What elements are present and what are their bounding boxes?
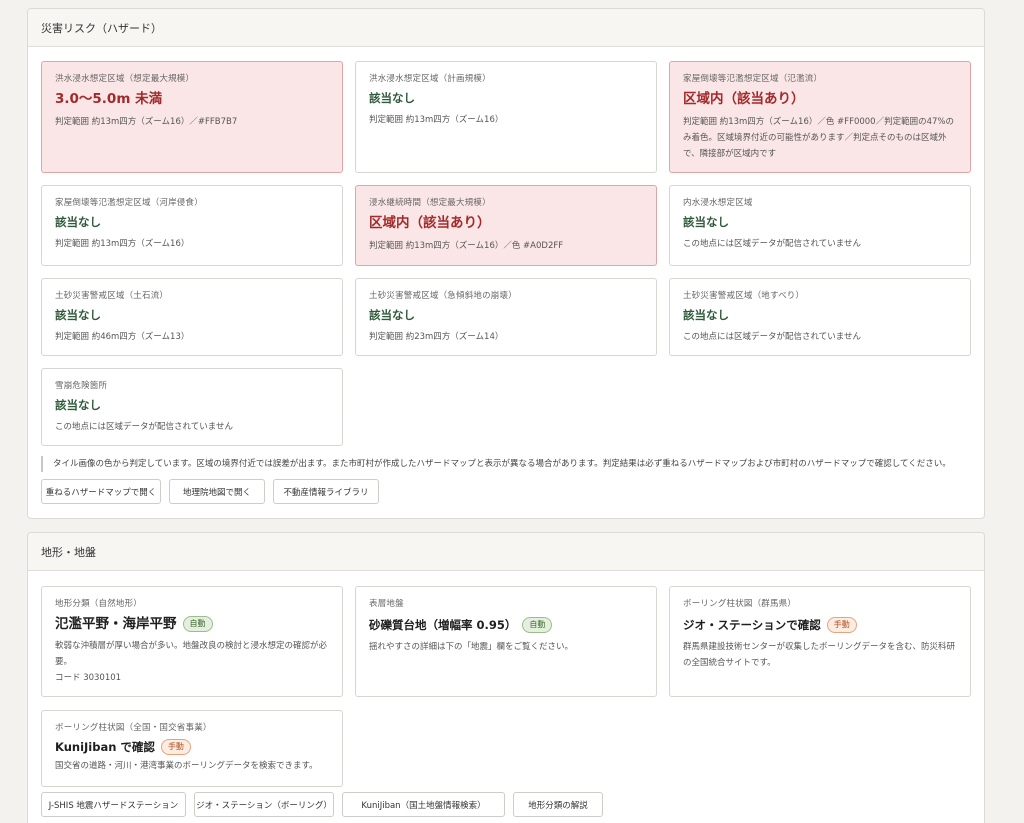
card-value: 該当なし	[55, 308, 101, 322]
hazard-section-title: 災害リスク（ハザード）	[28, 9, 984, 47]
card-label: 家屋倒壊等氾濫想定区域（河岸侵食）	[55, 198, 203, 208]
card-detail: 判定範囲 約13m四方（ズーム16）／色 #A0D2FF	[369, 241, 564, 251]
auto-badge: 自動	[182, 616, 213, 632]
card-detail: この地点には区域データが配信されていません	[683, 239, 861, 249]
card-value: 区域内（該当あり）	[683, 91, 805, 107]
card-value: 該当なし	[369, 91, 415, 105]
card-label: ボーリング柱状図（全国・国交省事業）	[55, 723, 212, 733]
kunijiban-button[interactable]: KuniJiban（国土地盤情報検索）	[342, 792, 505, 817]
card-value: 該当なし	[55, 215, 101, 229]
card-value-row: 氾濫平野・海岸平野 自動	[55, 615, 329, 633]
open-gsi-map-button[interactable]: 地理院地図で開く	[169, 479, 265, 504]
manual-badge: 手動	[826, 617, 857, 633]
terrain-card-landform: 地形分類（自然地形） 氾濫平野・海岸平野 自動 軟弱な沖積層が厚い場合が多い。地…	[41, 586, 343, 697]
terrain-section-title: 地形・地盤	[28, 533, 984, 571]
card-value: 該当なし	[683, 215, 729, 229]
card-detail: 判定範囲 約13m四方（ズーム16）／色 #FF0000／判定範囲の47%のみ着…	[683, 117, 954, 159]
card-label: 表層地盤	[369, 599, 404, 609]
card-value: ジオ・ステーションで確認	[683, 617, 821, 632]
hazard-card-flood-plan: 洪水浸水想定区域（計画規模） 該当なし 判定範囲 約13m四方（ズーム16）	[355, 61, 657, 173]
card-detail: 判定範囲 約46m四方（ズーム13）	[55, 332, 190, 342]
hazard-card-steep-slope: 土砂災害警戒区域（急傾斜地の崩壊） 該当なし 判定範囲 約23m四方（ズーム14…	[355, 278, 657, 356]
card-label: 雪崩危険箇所	[55, 381, 108, 391]
card-value-row: ジオ・ステーションで確認 手動	[683, 617, 957, 633]
hazard-card-debris-flow: 土砂災害警戒区域（土石流） 該当なし 判定範囲 約46m四方（ズーム13）	[41, 278, 343, 356]
card-detail: この地点には区域データが配信されていません	[55, 422, 233, 432]
card-detail: 判定範囲 約23m四方（ズーム14）	[369, 332, 504, 342]
real-estate-library-button[interactable]: 不動産情報ライブラリ	[273, 479, 379, 504]
hazard-card-flood-duration: 浸水継続時間（想定最大規模） 区域内（該当あり） 判定範囲 約13m四方（ズーム…	[355, 185, 657, 266]
card-label: 家屋倒壊等氾濫想定区域（氾濫流）	[683, 74, 823, 84]
card-detail: 判定範囲 約13m四方（ズーム16）	[55, 239, 190, 249]
card-detail: 判定範囲 約13m四方（ズーム16）／#FFB7B7	[55, 117, 238, 127]
card-value: 砂礫質台地（増幅率 0.95）	[369, 617, 517, 632]
card-label: 土砂災害警戒区域（土石流）	[55, 291, 169, 301]
card-label: 土砂災害警戒区域（急傾斜地の崩壊）	[369, 291, 517, 301]
hazard-card-flood-max: 洪水浸水想定区域（想定最大規模） 3.0〜5.0m 未満 判定範囲 約13m四方…	[41, 61, 343, 173]
card-label: 地形分類（自然地形）	[55, 599, 143, 609]
card-value: 氾濫平野・海岸平野	[55, 616, 177, 632]
hazard-disclaimer: タイル画像の色から判定しています。区域の境界付近では誤差が出ます。また市町村が作…	[41, 456, 971, 472]
landform-explanation-button[interactable]: 地形分類の解説	[513, 792, 603, 817]
card-label: 土砂災害警戒区域（地すべり）	[683, 291, 805, 301]
geo-station-button[interactable]: ジオ・ステーション（ボーリング）	[194, 792, 334, 817]
card-value: 区域内（該当あり）	[369, 215, 491, 231]
card-detail: 軟弱な沖積層が厚い場合が多い。地盤改良の検討と浸水想定の確認が必要。	[55, 641, 328, 667]
terrain-section: 地形・地盤 地形分類（自然地形） 氾濫平野・海岸平野 自動 軟弱な沖積層が厚い場…	[27, 532, 985, 823]
manual-badge: 手動	[160, 739, 191, 755]
hazard-section: 災害リスク（ハザード） 洪水浸水想定区域（想定最大規模） 3.0〜5.0m 未満…	[27, 8, 985, 519]
hazard-card-avalanche: 雪崩危険箇所 該当なし この地点には区域データが配信されていません	[41, 368, 343, 446]
card-label: 内水浸水想定区域	[683, 198, 753, 208]
hazard-card-landslide: 土砂災害警戒区域（地すべり） 該当なし この地点には区域データが配信されていませ…	[669, 278, 971, 356]
card-label: 洪水浸水想定区域（計画規模）	[369, 74, 491, 84]
card-detail: この地点には区域データが配信されていません	[683, 332, 861, 342]
card-value: 該当なし	[683, 308, 729, 322]
auto-badge: 自動	[522, 617, 553, 633]
terrain-card-boring-gunma: ボーリング柱状図（群馬県） ジオ・ステーションで確認 手動 群馬県建設技術センタ…	[669, 586, 971, 697]
open-overlay-hazard-map-button[interactable]: 重ねるハザードマップで開く	[41, 479, 161, 504]
card-label: ボーリング柱状図（群馬県）	[683, 599, 797, 609]
terrain-card-boring-national: ボーリング柱状図（全国・国交省事業） KuniJiban で確認 手動 国交省の…	[41, 710, 343, 787]
card-label: 洪水浸水想定区域（想定最大規模）	[55, 74, 195, 84]
j-shis-button[interactable]: J-SHIS 地震ハザードステーション	[41, 792, 186, 817]
card-value-row: 砂礫質台地（増幅率 0.95） 自動	[369, 617, 643, 633]
hazard-card-collapse-erosion: 家屋倒壊等氾濫想定区域（河岸侵食） 該当なし 判定範囲 約13m四方（ズーム16…	[41, 185, 343, 266]
card-detail: 判定範囲 約13m四方（ズーム16）	[369, 115, 504, 125]
card-value: 該当なし	[55, 398, 101, 412]
hazard-card-collapse-flow: 家屋倒壊等氾濫想定区域（氾濫流） 区域内（該当あり） 判定範囲 約13m四方（ズ…	[669, 61, 971, 173]
card-detail: 揺れやすさの詳細は下の「地震」欄をご覧ください。	[369, 642, 574, 652]
card-code: コード 3030101	[55, 673, 122, 683]
card-detail: 国交省の道路・河川・港湾事業のボーリングデータを検索できます。	[55, 761, 318, 771]
card-value: KuniJiban で確認	[55, 739, 155, 754]
card-detail: 群馬県建設技術センターが収集したボーリングデータを含む、防災科研の全国統合サイト…	[683, 642, 956, 668]
card-value: 該当なし	[369, 308, 415, 322]
card-value: 3.0〜5.0m 未満	[55, 91, 163, 107]
card-label: 浸水継続時間（想定最大規模）	[369, 198, 491, 208]
card-value-row: KuniJiban で確認 手動	[55, 739, 329, 755]
hazard-card-inland-flood: 内水浸水想定区域 該当なし この地点には区域データが配信されていません	[669, 185, 971, 266]
terrain-card-surface-ground: 表層地盤 砂礫質台地（増幅率 0.95） 自動 揺れやすさの詳細は下の「地震」欄…	[355, 586, 657, 697]
